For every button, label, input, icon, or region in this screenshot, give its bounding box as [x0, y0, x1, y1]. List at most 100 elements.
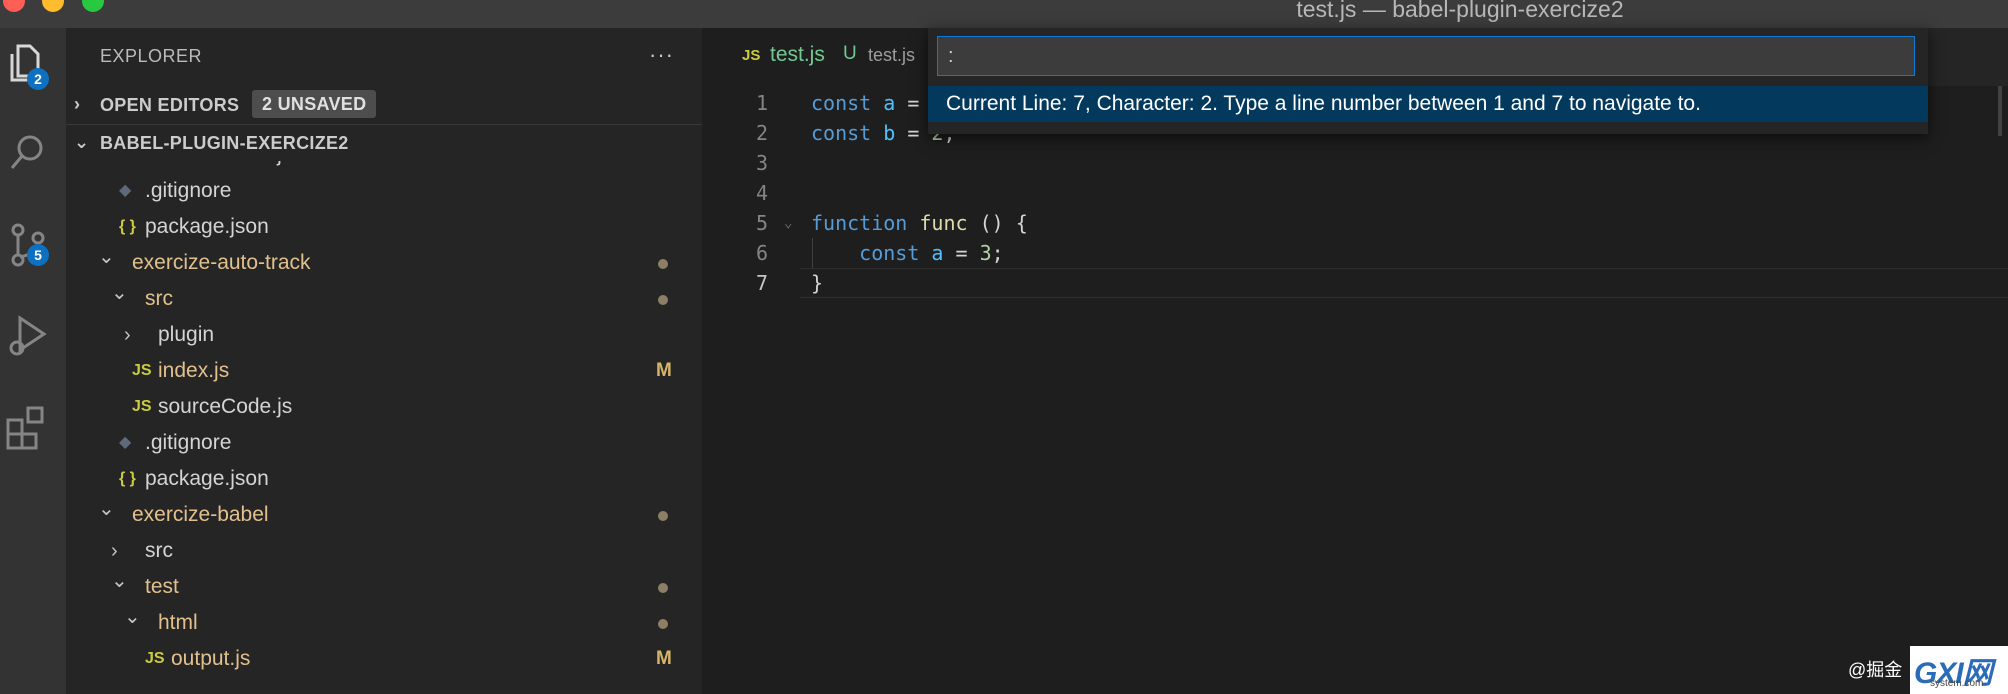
close-window-button[interactable] [3, 0, 25, 12]
tree-item[interactable]: JS sourceCode.js [66, 389, 702, 425]
unsaved-badge: 2 UNSAVED [252, 90, 377, 118]
tree-item[interactable]: JS sourceCode.js [66, 161, 702, 173]
code-text: function func () { [811, 208, 1028, 238]
source-control-badge: 5 [27, 244, 49, 266]
tree-item-label: index.js [158, 359, 230, 382]
tree-item-label: exercize-babel [132, 503, 269, 526]
line-number: 7 [755, 271, 768, 295]
extensions-icon [6, 406, 44, 450]
line-number: 5 [755, 211, 768, 235]
code-token: const [811, 121, 884, 145]
tree-item[interactable]: { } package.json [66, 461, 702, 497]
tree-item[interactable]: ⌄ test [66, 569, 702, 605]
code-text: const a = [811, 88, 931, 118]
tree-item-label: test [145, 575, 179, 598]
window-title: test.js — babel-plugin-exercize2 [1296, 0, 1624, 22]
code-token: func [919, 211, 968, 235]
code-token: const [859, 241, 932, 265]
javascript-file-icon: JS [145, 650, 165, 667]
tree-item[interactable]: JS index.js M [66, 353, 702, 389]
line-number: 4 [755, 181, 768, 205]
current-line-highlight [800, 268, 2008, 298]
modified-status-badge: M [656, 648, 672, 669]
file-tree: JS sourceCode.js ◆ .gitignore { } package.jso… [66, 161, 702, 694]
explorer-title: EXPLORER [100, 46, 203, 66]
watermark-text: @掘金 [1848, 660, 1903, 680]
tree-item-label: html [158, 611, 198, 634]
code-line[interactable]: 3 [702, 148, 2008, 178]
tree-item[interactable]: ◆ .gitignore [66, 425, 702, 461]
quick-input-message[interactable]: Current Line: 7, Character: 2. Type a li… [928, 86, 1928, 122]
workspace-section[interactable]: ⌄ BABEL-PLUGIN-EXERCIZE2 [66, 126, 702, 160]
editor-scrollbar[interactable] [1998, 86, 2002, 136]
modified-dot-icon [658, 619, 668, 629]
activity-extensions[interactable] [0, 388, 66, 454]
activity-bar: 2 5 [0, 28, 66, 694]
tree-item[interactable]: { } package.json [66, 209, 702, 245]
code-token: } [811, 271, 824, 295]
modified-dot-icon [658, 295, 668, 305]
code-token: b [883, 121, 896, 145]
tree-item-label: exercize-auto-track [132, 251, 311, 274]
tree-item[interactable]: JS output.js M [66, 641, 702, 677]
workspace-label: BABEL-PLUGIN-EXERCIZE2 [100, 133, 349, 153]
run-debug-icon [9, 315, 47, 356]
modified-dot-icon [658, 583, 668, 593]
code-token: 3 [979, 241, 992, 265]
chevron-right-icon: › [124, 324, 131, 346]
code-token: = [943, 241, 980, 265]
activity-search[interactable] [0, 118, 66, 184]
tree-item[interactable]: › plugin [66, 317, 702, 353]
code-editor[interactable]: 1const a = 2const b = 2;345⌄function fun… [702, 88, 2008, 694]
watermark-logo: GXI网 system.com [1910, 646, 2008, 694]
code-line[interactable]: 4 [702, 178, 2008, 208]
activity-source-control[interactable]: 5 [0, 208, 66, 274]
search-icon [10, 135, 43, 169]
git-file-icon: ◆ [119, 434, 132, 451]
watermark-logo-sub: system.com [1930, 678, 1984, 689]
code-line[interactable]: 6 const a = 3; [702, 238, 2008, 268]
tree-item-label: package.json [145, 467, 269, 490]
explorer-sidebar: EXPLORER ··· › OPEN EDITORS 2 UNSAVED ⌄ … [66, 28, 702, 694]
json-file-icon: { } [119, 218, 136, 235]
code-token: = [895, 121, 932, 145]
chevron-down-icon: ⌄ [111, 282, 128, 304]
tree-item[interactable]: ⌄ src [66, 281, 702, 317]
code-token: const [811, 91, 884, 115]
tree-item[interactable]: ⌄ exercize-auto-track [66, 245, 702, 281]
code-line[interactable]: 7} [702, 268, 2008, 298]
tree-item[interactable]: ⌄ exercize-babel [66, 497, 702, 533]
more-actions-button[interactable]: ··· [649, 42, 674, 68]
chevron-down-icon: ⌄ [98, 498, 115, 520]
json-file-icon: { } [119, 470, 136, 487]
open-editors-label: OPEN EDITORS [100, 95, 240, 115]
line-number: 3 [755, 151, 768, 175]
code-text: } [811, 268, 823, 298]
chevron-down-icon: ⌄ [98, 246, 115, 268]
open-editors-section[interactable]: › OPEN EDITORS 2 UNSAVED [66, 88, 702, 122]
tree-item-label: package.json [145, 215, 269, 238]
minimize-window-button[interactable] [42, 0, 64, 12]
git-file-icon: ◆ [119, 182, 132, 199]
tree-item[interactable]: ⌄ html [66, 605, 702, 641]
activity-explorer[interactable]: 2 [0, 28, 66, 94]
code-token: ; [991, 241, 1004, 265]
tree-item[interactable]: ◆ .gitignore [66, 173, 702, 209]
chevron-down-icon: ⌄ [124, 606, 141, 628]
tree-item[interactable]: › src [66, 533, 702, 569]
fold-chevron-icon[interactable]: ⌄ [784, 208, 792, 238]
title-bar: test.js — babel-plugin-exercize2 [0, 0, 2008, 28]
indent-guide [812, 238, 813, 268]
chevron-down-icon: ⌄ [111, 570, 128, 592]
activity-run-debug[interactable] [0, 298, 66, 364]
tree-item-label: output.js [171, 647, 251, 670]
modified-dot-icon [658, 511, 668, 521]
modified-status-badge: M [656, 360, 672, 381]
go-to-line-quick-input: : Current Line: 7, Character: 2. Type a … [928, 28, 1928, 134]
maximize-window-button[interactable] [82, 0, 104, 12]
quick-input-field[interactable]: : [937, 36, 1915, 76]
javascript-file-icon: JS [742, 47, 761, 64]
tree-item-label: sourceCode.js [158, 161, 292, 173]
code-line[interactable]: 5 ⌄ function func () { [702, 208, 2008, 238]
